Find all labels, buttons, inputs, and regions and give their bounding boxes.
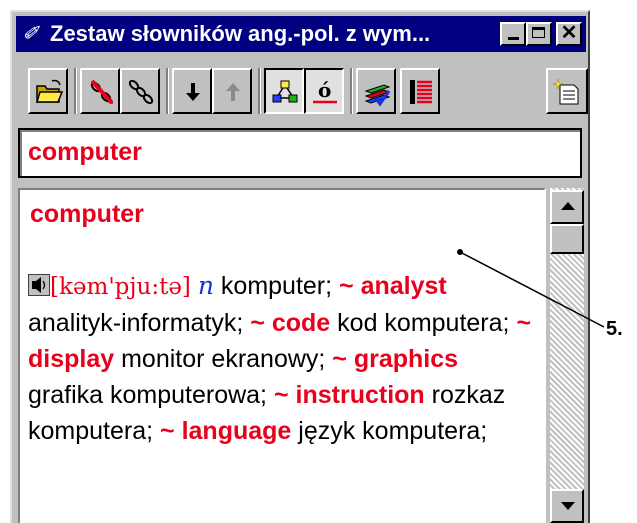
pronunciation: [kəm'pju:tə] <box>50 274 191 300</box>
tilde-mark: ~ <box>339 272 354 300</box>
dictionaries-button[interactable] <box>356 68 396 114</box>
unlink-icon <box>90 79 114 105</box>
next-entry-button[interactable] <box>172 68 212 114</box>
pronunciation-button[interactable]: ó <box>304 68 344 114</box>
toolbar-separator <box>258 68 261 114</box>
toolbar-separator <box>350 68 353 114</box>
title-bar[interactable]: ✐ Zestaw słowników ang.-pol. z wym... ✕ <box>16 16 586 52</box>
scroll-down-icon <box>561 502 575 510</box>
translation: grafika komputerowa; <box>28 381 274 409</box>
scroll-up-button[interactable] <box>550 190 584 224</box>
toolbar: ó <box>16 60 588 130</box>
phrase-link[interactable]: graphics <box>354 345 458 373</box>
callout-label: 5. <box>606 318 623 340</box>
previous-entry-button[interactable] <box>212 68 252 114</box>
dictionary-app-icon[interactable]: ✐ <box>22 22 46 46</box>
toolbar-separator <box>166 68 169 114</box>
phrase-link[interactable]: display <box>28 345 114 373</box>
dictionary-entry-panel[interactable]: computer [kəm'pju:tə] n komputer; ~ anal… <box>18 188 546 523</box>
link-button[interactable] <box>120 68 160 114</box>
translation: komputer; <box>213 272 340 300</box>
tilde-mark: ~ <box>273 381 289 409</box>
list-red-icon <box>410 80 432 104</box>
link-chain-icon <box>128 79 154 105</box>
toolbar-separator <box>74 68 77 114</box>
translation: język komputera; <box>291 417 488 445</box>
window-title: Zestaw słowników ang.-pol. z wym... <box>50 21 431 46</box>
search-field[interactable]: computer <box>18 128 582 178</box>
phrase-link[interactable]: code <box>272 309 330 337</box>
tilde-mark: ~ <box>516 309 532 337</box>
phrase-link[interactable]: instruction <box>296 381 425 409</box>
search-input-value[interactable]: computer <box>28 138 142 167</box>
minimize-button[interactable] <box>500 22 526 46</box>
books-check-icon <box>364 84 391 107</box>
tilde-mark: ~ <box>332 345 347 373</box>
close-button[interactable]: ✕ <box>556 22 582 46</box>
phrase-link[interactable]: analyst <box>361 272 447 300</box>
translation: analityk-informatyk; <box>28 309 251 337</box>
translation: kod komputera; <box>330 309 517 337</box>
translation: monitor ekranowy; <box>114 345 333 373</box>
scroll-down-button[interactable] <box>550 489 584 523</box>
maximize-button[interactable] <box>526 22 552 46</box>
tree-view-button[interactable] <box>264 68 304 114</box>
accent-o-icon: ó <box>313 78 337 104</box>
hierarchy-icon <box>272 80 298 103</box>
minimize-icon <box>508 37 519 40</box>
close-icon: ✕ <box>560 22 578 44</box>
arrow-down-icon <box>186 83 200 101</box>
tilde-mark: ~ <box>160 417 175 445</box>
entry-body: [kəm'pju:tə] n komputer; ~ analyst anali… <box>28 268 540 449</box>
vertical-scrollbar[interactable] <box>550 188 584 523</box>
speaker-icon[interactable] <box>28 274 50 296</box>
maximize-icon <box>532 27 545 38</box>
new-page-icon <box>552 78 579 105</box>
scroll-thumb[interactable] <box>550 224 584 254</box>
part-of-speech: n <box>197 271 214 300</box>
open-folder-icon <box>35 79 64 103</box>
tilde-mark: ~ <box>250 309 265 337</box>
phrase-link[interactable]: language <box>182 417 292 445</box>
svg-text:ó: ó <box>318 78 331 102</box>
entry-headword: computer <box>30 200 144 228</box>
unlink-button[interactable] <box>80 68 120 114</box>
word-list-button[interactable] <box>400 68 440 114</box>
new-note-button[interactable] <box>546 68 588 114</box>
scroll-up-icon <box>561 202 575 210</box>
arrow-up-icon <box>226 83 240 101</box>
open-button[interactable] <box>28 68 68 114</box>
speaker-glyph <box>32 277 46 293</box>
